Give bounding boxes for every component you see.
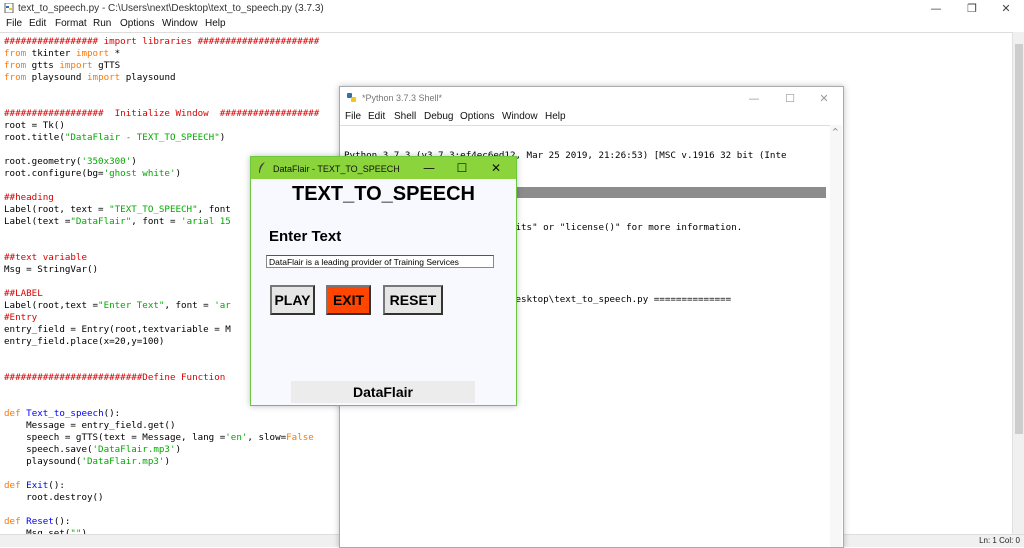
tts-app-window[interactable]: DataFlair - TEXT_TO_SPEECH — ☐ ✕ TEXT_TO…: [250, 156, 517, 406]
exit-button[interactable]: EXIT: [326, 285, 371, 315]
shell-menu-edit[interactable]: Edit: [368, 111, 385, 122]
editor-menu-run[interactable]: Run: [93, 18, 111, 29]
shell-maximize-button[interactable]: ☐: [772, 90, 808, 107]
editor-menu-options[interactable]: Options: [120, 18, 154, 29]
shell-menu-help[interactable]: Help: [545, 111, 566, 122]
editor-title: text_to_speech.py - C:\Users\next\Deskto…: [18, 3, 324, 14]
editor-titlebar[interactable]: text_to_speech.py - C:\Users\next\Deskto…: [0, 0, 1024, 17]
editor-minimize-button[interactable]: —: [918, 0, 954, 17]
enter-text-label: Enter Text: [269, 228, 342, 245]
editor-vertical-scrollbar[interactable]: [1012, 32, 1024, 534]
shell-menu-debug[interactable]: Debug: [424, 111, 453, 122]
shell-menu-shell[interactable]: Shell: [394, 111, 416, 122]
editor-menu-edit[interactable]: Edit: [29, 18, 46, 29]
editor-menu-help[interactable]: Help: [205, 18, 226, 29]
shell-menu-window[interactable]: Window: [502, 111, 538, 122]
shell-title: *Python 3.7.3 Shell*: [362, 93, 443, 103]
app-title: DataFlair - TEXT_TO_SPEECH: [273, 164, 400, 174]
app-heading: TEXT_TO_SPEECH: [291, 183, 476, 205]
shell-titlebar[interactable]: *Python 3.7.3 Shell* — ☐ ✕: [340, 87, 843, 109]
app-minimize-button[interactable]: —: [414, 160, 444, 176]
shell-vertical-scrollbar[interactable]: ^: [830, 125, 842, 547]
play-button[interactable]: PLAY: [270, 285, 315, 315]
shell-menubar: File Edit Shell Debug Options Window Hel…: [340, 110, 843, 125]
editor-menu-window[interactable]: Window: [162, 18, 198, 29]
editor-menubar: File Edit Format Run Options Window Help: [0, 17, 1024, 32]
reset-button[interactable]: RESET: [383, 285, 443, 315]
feather-icon: [259, 162, 265, 173]
editor-maximize-button[interactable]: ❐: [954, 0, 990, 17]
text-entry-field[interactable]: DataFlair is a leading provider of Train…: [266, 255, 494, 268]
shell-close-button[interactable]: ✕: [806, 90, 842, 107]
app-close-button[interactable]: ✕: [481, 160, 511, 176]
cursor-position: Ln: 1 Col: 0: [979, 536, 1020, 545]
python-logo-icon: [347, 93, 356, 102]
editor-scroll-thumb[interactable]: [1015, 44, 1023, 434]
dataflair-footer-label: DataFlair: [291, 381, 475, 403]
chevron-up-icon[interactable]: ^: [832, 127, 839, 136]
shell-menu-file[interactable]: File: [345, 111, 361, 122]
editor-menu-format[interactable]: Format: [55, 18, 87, 29]
shell-menu-options[interactable]: Options: [460, 111, 494, 122]
editor-close-button[interactable]: ✕: [988, 0, 1024, 17]
app-titlebar[interactable]: DataFlair - TEXT_TO_SPEECH — ☐ ✕: [251, 157, 516, 179]
editor-menu-file[interactable]: File: [6, 18, 22, 29]
app-maximize-button[interactable]: ☐: [447, 160, 477, 176]
python-file-icon: [4, 3, 14, 13]
shell-minimize-button[interactable]: —: [736, 90, 772, 107]
